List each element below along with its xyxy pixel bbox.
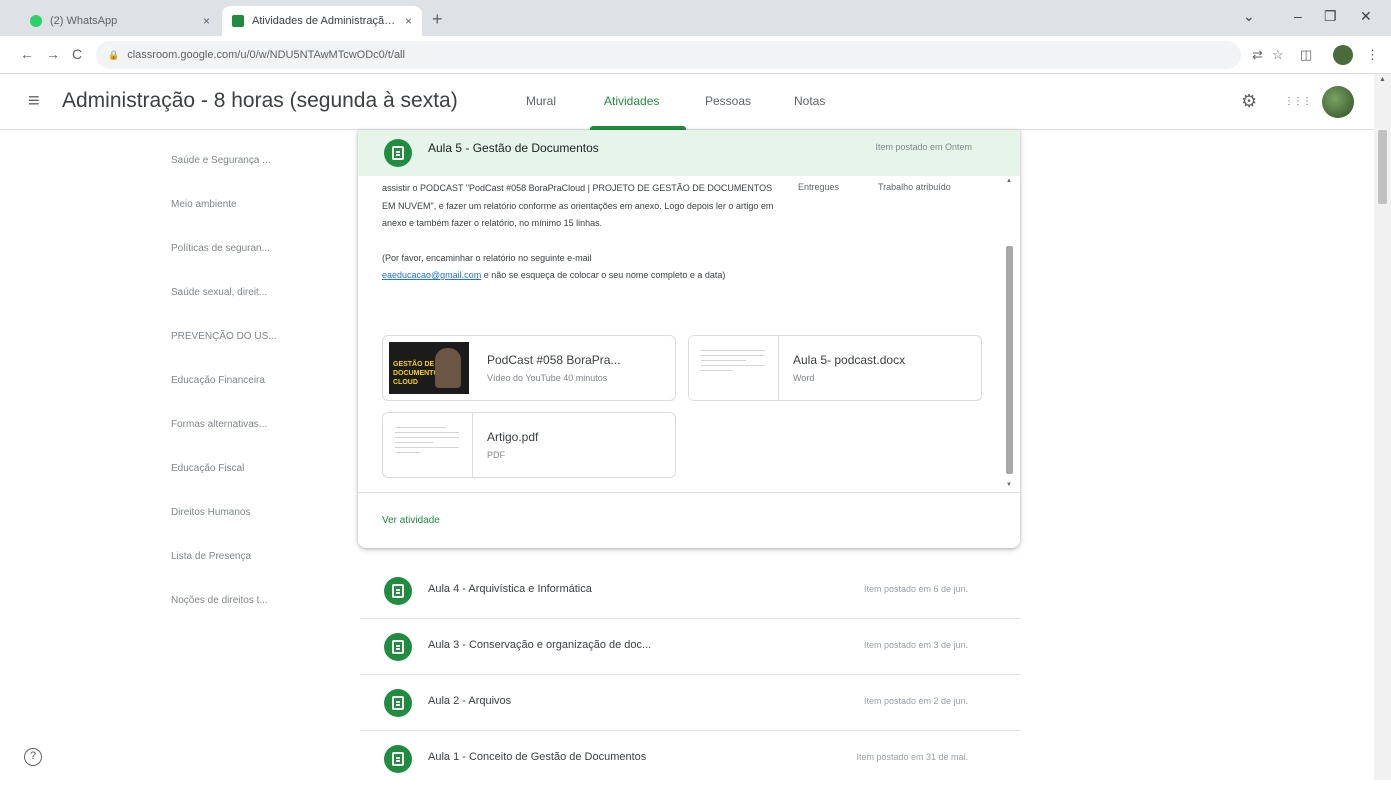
bookmark-star-icon[interactable]: ☆ xyxy=(1272,47,1284,63)
browser-menu-icon[interactable]: ⋮ xyxy=(1366,47,1379,63)
scroll-up-arrow-icon[interactable]: ▲ xyxy=(1379,76,1386,83)
close-tab-icon[interactable]: × xyxy=(203,14,210,28)
description-text: (Por favor, encaminhar o relatório no se… xyxy=(382,252,592,263)
close-window-button[interactable]: ✕ xyxy=(1360,8,1372,25)
topic-item[interactable]: Noções de direitos t... xyxy=(171,595,268,606)
forward-button[interactable]: → xyxy=(46,46,60,62)
topic-item[interactable]: Formas alternativas... xyxy=(171,419,267,430)
view-assignment-link[interactable]: Ver atividade xyxy=(382,515,440,526)
translate-icon[interactable]: ⇄ xyxy=(1252,47,1263,63)
card-divider xyxy=(358,492,1020,493)
topic-item[interactable]: PREVENÇÃO DO US... xyxy=(171,331,277,342)
attachment-word[interactable]: Aula 5- podcast.docx Word xyxy=(688,335,982,401)
url-field[interactable]: 🔒 classroom.google.com/u/0/w/NDU5NTAwMTc… xyxy=(96,41,1241,69)
classroom-icon xyxy=(232,15,244,27)
page-scrollbar-thumb[interactable] xyxy=(1378,130,1387,204)
side-panel-icon[interactable]: ◫ xyxy=(1300,47,1312,63)
address-bar-row: ← → C 🔒 classroom.google.com/u/0/w/NDU5N… xyxy=(0,36,1391,74)
tab-notas[interactable]: Notas xyxy=(794,94,825,108)
tab-title: Atividades de Administração - 8 xyxy=(252,15,399,27)
attachment-youtube[interactable]: GESTÃO DE DOCUMENTOS EM CLOUD PodCast #0… xyxy=(382,335,676,401)
assignment-icon xyxy=(384,745,412,773)
assignment-row[interactable]: Aula 4 - Arquivística e Informática Item… xyxy=(360,563,1020,619)
assignment-description: assistir o PODCAST "PodCast #058 BoraPra… xyxy=(382,180,774,302)
assignment-posted-date: Item postado em 3 de jun. xyxy=(863,640,968,650)
topic-item[interactable]: Educação Financeira xyxy=(171,375,265,386)
tab-pessoas[interactable]: Pessoas xyxy=(705,94,751,108)
document-thumbnail xyxy=(689,336,779,400)
assignment-posted-date: Item postado em 6 de jun. xyxy=(863,584,968,594)
attachment-title: Aula 5- podcast.docx xyxy=(793,353,906,367)
card-scrollbar-thumb[interactable] xyxy=(1006,246,1013,474)
minimize-button[interactable]: – xyxy=(1294,8,1302,24)
tab-whatsapp[interactable]: (2) WhatsApp × xyxy=(20,6,220,36)
email-link[interactable]: eaeducacao@gmail.com xyxy=(382,270,481,280)
assignment-posted-date: Item postado em 2 de jun. xyxy=(863,696,968,706)
assignment-icon xyxy=(384,139,412,167)
assignment-title: Aula 2 - Arquivos xyxy=(428,695,512,707)
lock-icon: 🔒 xyxy=(108,49,120,60)
attachment-title: Artigo.pdf xyxy=(487,430,539,444)
tab-atividades[interactable]: Atividades xyxy=(604,94,659,108)
topic-item[interactable]: Saúde sexual, direit... xyxy=(171,287,267,298)
assignment-title: Aula 1 - Conceito de Gestão de Documento… xyxy=(428,751,647,763)
scroll-down-arrow-icon[interactable]: ▼ xyxy=(1006,482,1012,488)
reload-button[interactable]: C xyxy=(72,46,82,62)
card-scrollbar[interactable]: ▲ ▼ xyxy=(1004,176,1014,492)
assignment-header[interactable]: Aula 5 - Gestão de Documentos Item posta… xyxy=(358,130,1020,176)
browser-profile-avatar[interactable] xyxy=(1333,45,1353,65)
assignment-icon xyxy=(384,633,412,661)
assignment-posted-date: Item postado em 31 de mai. xyxy=(856,752,968,762)
presenter-image xyxy=(435,348,461,388)
account-avatar[interactable] xyxy=(1322,86,1354,118)
assignment-icon xyxy=(384,689,412,717)
assignment-row[interactable]: Aula 1 - Conceito de Gestão de Documento… xyxy=(360,731,1020,787)
expanded-assignment-card: Aula 5 - Gestão de Documentos Item posta… xyxy=(358,130,1020,548)
tab-title: (2) WhatsApp xyxy=(50,15,118,27)
pdf-thumbnail xyxy=(383,413,473,477)
description-paragraph: (Por favor, encaminhar o relatório no se… xyxy=(382,250,774,285)
topic-item[interactable]: Saúde e Segurança ... xyxy=(171,155,271,166)
url-text: classroom.google.com/u/0/w/NDU5NTAwMTcwO… xyxy=(127,49,405,61)
topic-item[interactable]: Meio ambiente xyxy=(171,199,237,210)
hamburger-menu-icon[interactable]: ≡ xyxy=(28,90,40,113)
video-thumbnail: GESTÃO DE DOCUMENTOS EM CLOUD xyxy=(389,342,469,394)
browser-tab-bar: (2) WhatsApp × Atividades de Administraç… xyxy=(0,0,1391,36)
description-paragraph: assistir o PODCAST "PodCast #058 BoraPra… xyxy=(382,183,774,228)
whatsapp-icon xyxy=(30,15,42,27)
assignment-row[interactable]: Aula 2 - Arquivos Item postado em 2 de j… xyxy=(360,675,1020,731)
description-text: e não se esqueça de colocar o seu nome c… xyxy=(483,270,726,280)
new-tab-button[interactable]: + xyxy=(432,9,443,30)
assignment-posted-date: Item postado em Ontem xyxy=(875,142,972,152)
tab-search-icon[interactable]: ⌄ xyxy=(1243,8,1255,25)
help-icon[interactable]: ? xyxy=(24,748,42,766)
topic-item[interactable]: Políticas de seguran... xyxy=(171,243,270,254)
google-apps-icon[interactable]: ⋮⋮⋮ xyxy=(1284,96,1312,107)
settings-gear-icon[interactable]: ⚙ xyxy=(1241,91,1257,112)
attachment-pdf[interactable]: Artigo.pdf PDF xyxy=(382,412,676,478)
close-tab-icon[interactable]: × xyxy=(405,14,412,28)
assignment-icon xyxy=(384,577,412,605)
attachment-subtitle: Word xyxy=(793,373,815,383)
attachment-subtitle: PDF xyxy=(487,450,505,460)
scroll-up-arrow-icon[interactable]: ▲ xyxy=(1006,178,1012,184)
assignment-title: Aula 5 - Gestão de Documentos xyxy=(428,141,599,155)
back-button[interactable]: ← xyxy=(20,46,34,62)
topic-item[interactable]: Educação Fiscal xyxy=(171,463,244,474)
class-title[interactable]: Administração - 8 horas (segunda à sexta… xyxy=(62,89,458,113)
classroom-header: ≡ Administração - 8 horas (segunda à sex… xyxy=(0,74,1391,130)
assignment-title: Aula 4 - Arquivística e Informática xyxy=(428,583,592,595)
topic-item[interactable]: Lista de Presença xyxy=(171,551,251,562)
tab-classroom[interactable]: Atividades de Administração - 8 × xyxy=(222,6,422,36)
assignment-title: Aula 3 - Conservação e organização de do… xyxy=(428,639,652,651)
topic-item[interactable]: Direitos Humanos xyxy=(171,507,250,518)
attachment-subtitle: Vídeo do YouTube 40 minutos xyxy=(487,373,608,383)
restore-button[interactable]: ❐ xyxy=(1324,8,1337,25)
page-scrollbar[interactable]: ▲ xyxy=(1374,74,1391,780)
assignment-row[interactable]: Aula 3 - Conservação e organização de do… xyxy=(360,619,1020,675)
tab-mural[interactable]: Mural xyxy=(526,94,556,108)
attachment-title: PodCast #058 BoraPra... xyxy=(487,353,621,367)
assigned-count[interactable]: Trabalho atribuído xyxy=(878,182,951,192)
turned-in-count[interactable]: Entregues xyxy=(798,182,839,192)
